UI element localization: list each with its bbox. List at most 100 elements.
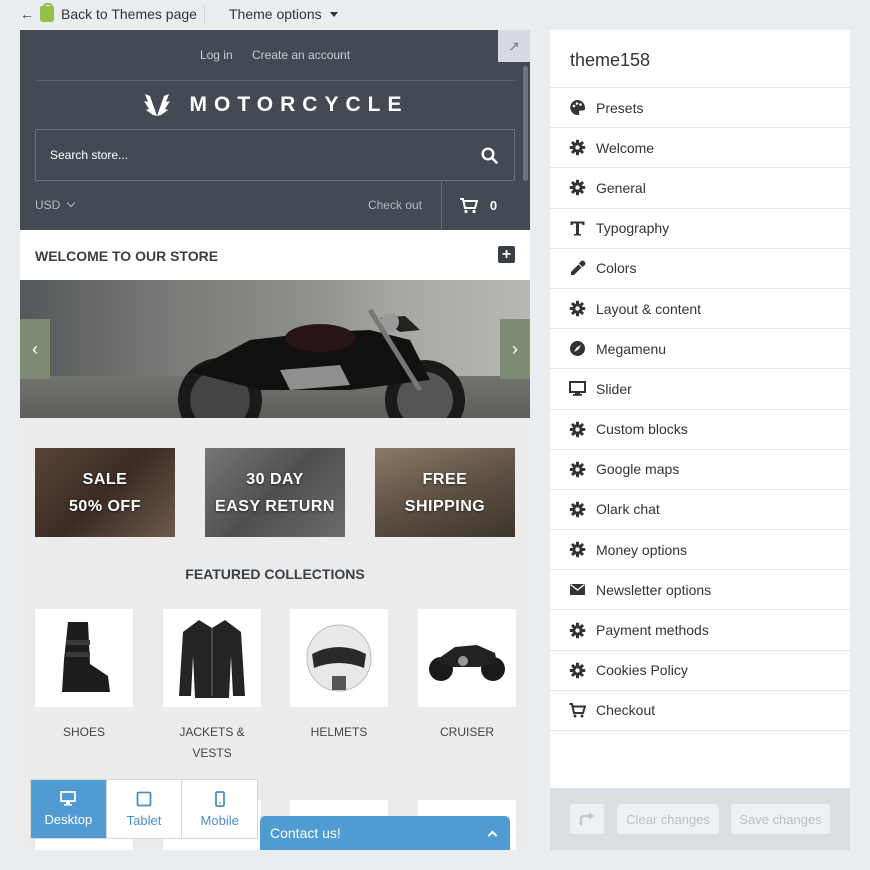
gear-icon — [569, 179, 586, 196]
currency-selector[interactable]: USD — [35, 198, 76, 212]
collection-label-line1: CRUISER — [439, 725, 494, 739]
settings-item-megamenu[interactable]: Megamenu — [550, 329, 850, 370]
redo-arrow-icon — [579, 812, 594, 825]
settings-item-money-options[interactable]: Money options — [550, 530, 850, 571]
settings-item-cookies-policy[interactable]: Cookies Policy — [550, 651, 850, 691]
collection-item-cruiser[interactable]: CRUISER — [418, 609, 516, 743]
motorcycle-image — [178, 308, 465, 418]
collection-label-line1: SHOES — [62, 725, 105, 739]
create-account-link[interactable]: Create an account — [252, 48, 350, 62]
collection-label-line1: JACKETS & — [179, 725, 245, 739]
gear-icon — [569, 622, 586, 639]
settings-item-label: Welcome — [596, 139, 655, 156]
settings-item-checkout[interactable]: Checkout — [550, 691, 850, 731]
settings-item-label: Google maps — [596, 461, 680, 478]
settings-item-payment-methods[interactable]: Payment methods — [550, 610, 850, 651]
undo-button[interactable] — [570, 804, 604, 834]
desktop-icon — [60, 791, 77, 806]
device-desktop-label: Desktop — [44, 812, 93, 827]
collection-label: SHOES — [35, 722, 133, 743]
collection-label-line2: VESTS — [192, 746, 232, 760]
checkout-link[interactable]: Check out — [368, 198, 422, 212]
settings-item-newsletter-options[interactable]: Newsletter options — [550, 570, 850, 611]
settings-item-google-maps[interactable]: Google maps — [550, 450, 850, 490]
search-icon[interactable] — [481, 147, 498, 164]
topbar-divider — [204, 5, 205, 24]
collection-item-shoes[interactable]: SHOES — [35, 609, 133, 743]
promo-banners: SALE 50% OFF 30 DAY EASY RETURN FREE SHI… — [35, 448, 515, 537]
settings-item-label: Colors — [596, 260, 637, 277]
settings-item-welcome[interactable]: Welcome — [550, 128, 850, 169]
store-logo[interactable]: MOTORCYCLE — [20, 92, 530, 118]
search-placeholder: Search store... — [50, 148, 129, 162]
settings-item-typography[interactable]: Typography — [550, 209, 850, 249]
gear-icon — [569, 139, 586, 156]
banner-line2: 50% OFF — [69, 497, 141, 515]
gear-icon — [569, 541, 586, 558]
gear-icon — [569, 421, 586, 438]
slider-prev-button[interactable]: ‹ — [20, 319, 50, 379]
settings-item-olark-chat[interactable]: Olark chat — [550, 490, 850, 531]
slider-next-button[interactable]: › — [500, 319, 530, 379]
settings-menu: Presets Welcome General Typography Colors Lay… — [550, 88, 850, 731]
featured-collections-title: FEATURED COLLECTIONS — [185, 566, 365, 582]
wings-logo-icon — [143, 94, 170, 116]
gear-icon — [569, 501, 586, 518]
panel-footer: Clear changes Save changes — [550, 788, 850, 850]
cart-button[interactable]: 0 — [441, 181, 515, 230]
tablet-icon — [136, 791, 152, 806]
settings-item-label: Newsletter options — [596, 581, 712, 598]
settings-item-layout-content[interactable]: Layout & content — [550, 289, 850, 330]
settings-item-general[interactable]: General — [550, 168, 850, 209]
store-header: Log in Create an account MOTORCYCLE Sear… — [20, 30, 530, 230]
collection-label: CRUISER — [418, 722, 516, 743]
device-desktop-button[interactable]: Desktop — [31, 780, 107, 838]
eyedropper-icon — [569, 260, 586, 277]
helmet-image — [290, 609, 388, 707]
device-tablet-label: Tablet — [126, 812, 162, 828]
settings-item-label: Typography — [596, 220, 670, 237]
currency-value: USD — [35, 198, 61, 212]
plus-icon[interactable]: + — [498, 246, 515, 263]
expand-preview-button[interactable]: ↗ — [498, 30, 530, 62]
theme-options-dropdown[interactable]: Theme options — [229, 6, 338, 22]
device-tablet-button[interactable]: Tablet — [107, 780, 183, 838]
cruiser-image — [418, 609, 516, 707]
collection-item-helmets[interactable]: HELMETS — [290, 609, 388, 743]
hero-slider: ‹ › — [20, 280, 530, 418]
monitor-icon — [569, 380, 586, 397]
device-mobile-button[interactable]: Mobile — [182, 780, 257, 838]
collection-item-jackets[interactable]: JACKETS & VESTS — [163, 609, 261, 764]
settings-item-label: Money options — [596, 541, 688, 558]
cart-icon — [459, 197, 478, 213]
banner-line2: EASY RETURN — [215, 497, 335, 515]
back-to-themes-link[interactable]: ← Back to Themes page — [20, 3, 197, 22]
arrow-left-icon: ← — [20, 6, 34, 22]
settings-item-slider[interactable]: Slider — [550, 369, 850, 410]
save-changes-button[interactable]: Save changes — [731, 804, 830, 834]
settings-item-presets[interactable]: Presets — [550, 88, 850, 129]
settings-item-label: Custom blocks — [596, 421, 688, 438]
panel-title: theme158 — [550, 30, 850, 88]
chevron-up-icon — [487, 830, 498, 841]
contact-us-chat-tab[interactable]: Contact us! — [260, 816, 510, 850]
settings-item-colors[interactable]: Colors — [550, 249, 850, 289]
promo-banner-shipping[interactable]: FREE SHIPPING — [375, 448, 515, 537]
banner-line2: SHIPPING — [404, 497, 486, 515]
banner-line1: FREE — [422, 470, 468, 488]
login-link[interactable]: Log in — [200, 48, 233, 62]
collection-label-line1: HELMETS — [310, 725, 368, 739]
promo-banner-returns[interactable]: 30 DAY EASY RETURN — [205, 448, 345, 537]
preview-scrollbar[interactable] — [523, 66, 528, 181]
settings-item-custom-blocks[interactable]: Custom blocks — [550, 410, 850, 450]
compass-icon — [569, 340, 586, 357]
text-icon — [569, 220, 586, 237]
device-mobile-label: Mobile — [200, 812, 239, 828]
envelope-icon — [569, 581, 586, 598]
promo-banner-sale[interactable]: SALE 50% OFF — [35, 448, 175, 537]
store-preview: Log in Create an account MOTORCYCLE Sear… — [20, 30, 530, 850]
gear-icon — [569, 461, 586, 478]
store-search-field[interactable]: Search store... — [35, 129, 515, 181]
clear-changes-button[interactable]: Clear changes — [617, 804, 719, 834]
logo-text: MOTORCYCLE — [189, 93, 409, 116]
